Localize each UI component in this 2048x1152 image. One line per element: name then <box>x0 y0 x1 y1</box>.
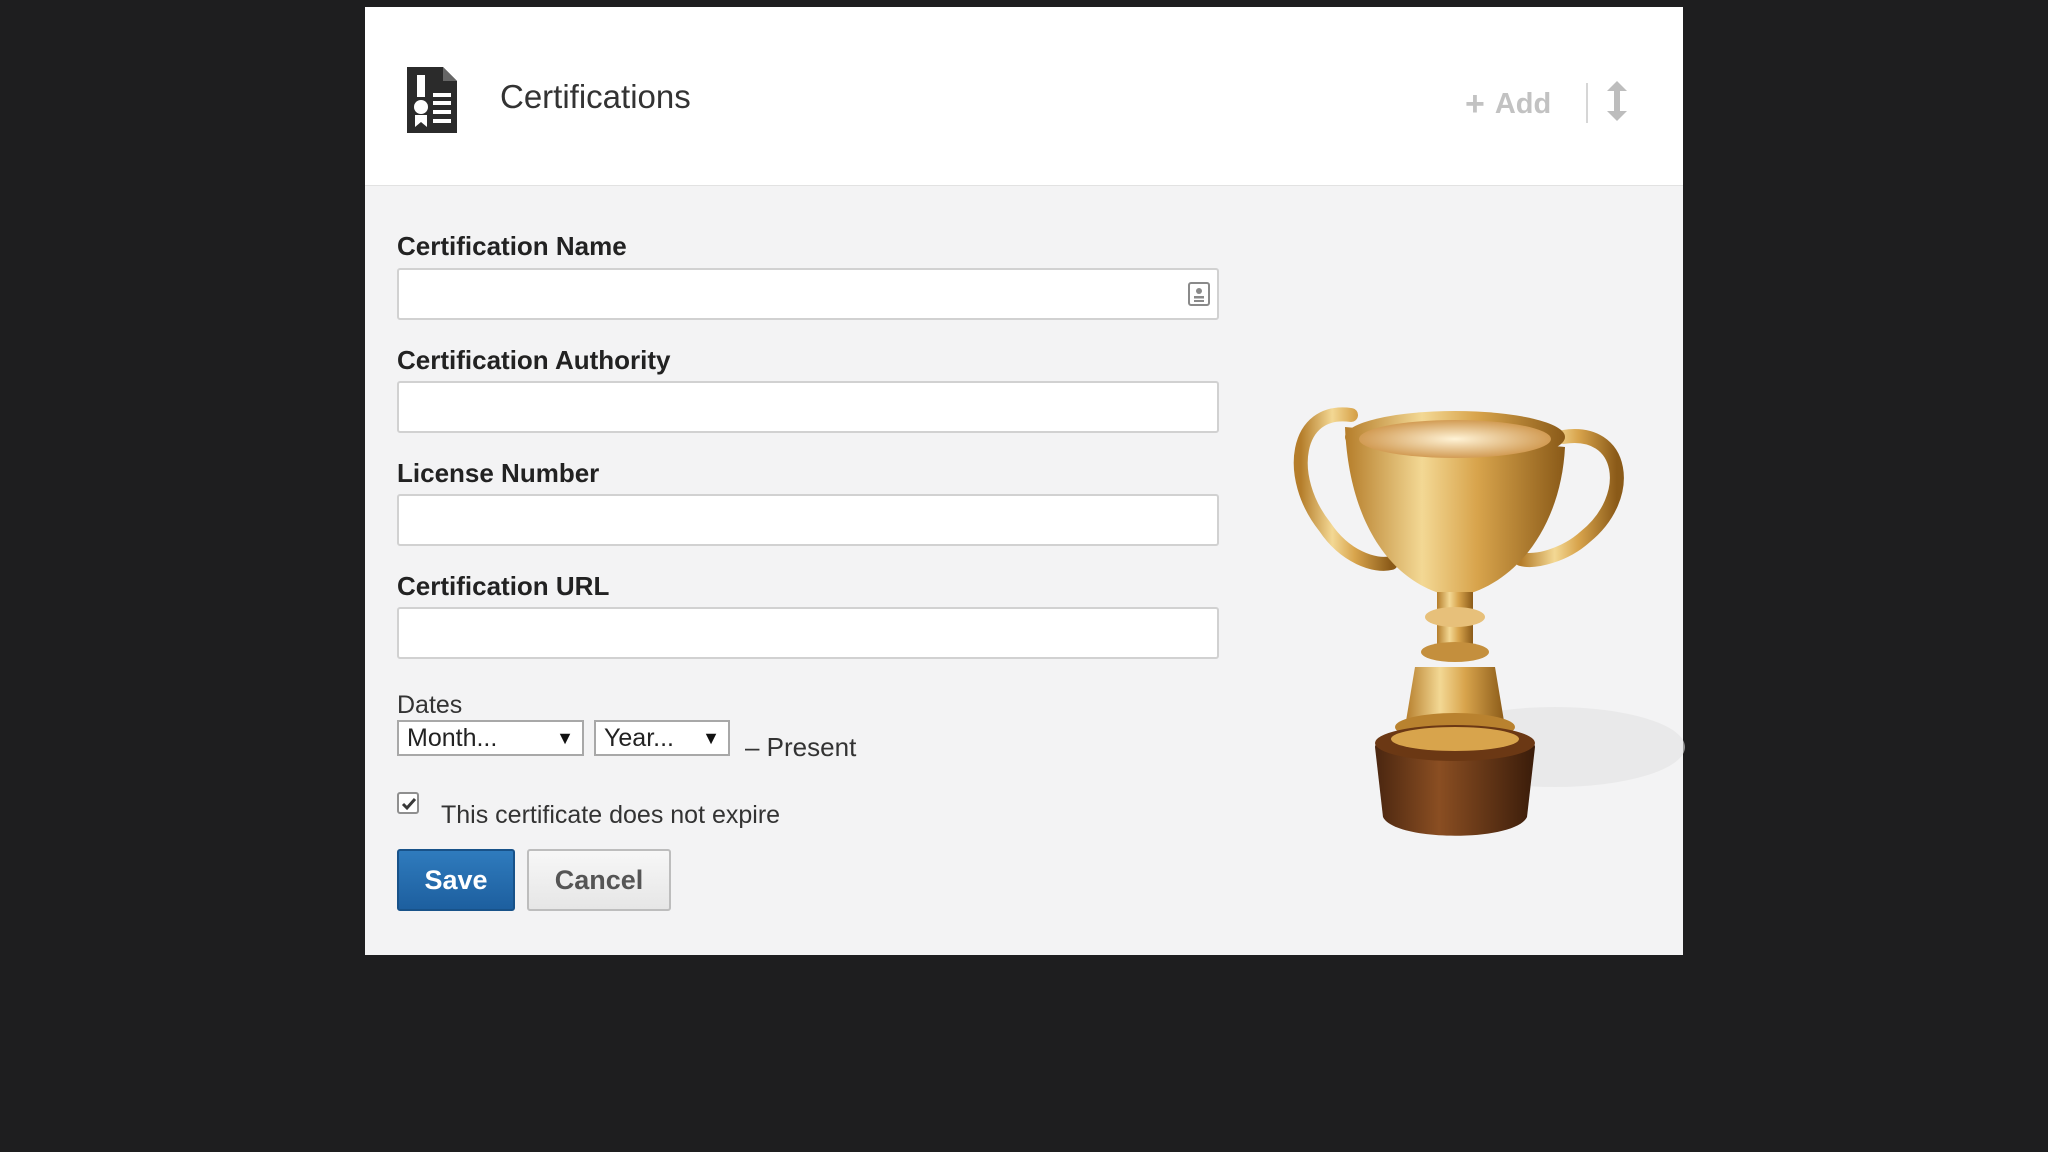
add-button[interactable]: + Add <box>1465 87 1551 121</box>
dates-label: Dates <box>397 691 463 719</box>
panel-header: Certifications + Add <box>365 7 1683 186</box>
license-number-label: License Number <box>397 458 600 488</box>
triangle-down-icon: ▼ <box>702 728 720 748</box>
triangle-down-icon: ▼ <box>556 728 574 748</box>
present-text: – Present <box>745 732 857 762</box>
checkmark-icon <box>401 798 417 811</box>
plus-icon: + <box>1465 85 1485 123</box>
certification-url-input[interactable] <box>397 607 1219 659</box>
trophy-illustration <box>1293 407 1685 836</box>
no-expire-checkbox[interactable] <box>397 792 419 814</box>
month-selected-value: Month... <box>407 724 498 752</box>
save-button[interactable]: Save <box>397 849 515 911</box>
certification-name-label: Certification Name <box>397 231 627 261</box>
year-selected-value: Year... <box>604 724 674 752</box>
year-select[interactable]: Year... ▼ <box>594 720 730 756</box>
month-select[interactable]: Month... ▼ <box>397 720 584 756</box>
header-divider <box>1586 83 1588 123</box>
contact-card-icon[interactable] <box>1187 281 1211 307</box>
certification-authority-input[interactable] <box>397 381 1219 433</box>
cancel-button[interactable]: Cancel <box>527 849 671 911</box>
certification-authority-label: Certification Authority <box>397 345 671 375</box>
certification-name-input[interactable] <box>397 268 1219 320</box>
certificate-document-icon <box>407 67 457 133</box>
vertical-arrows-icon[interactable] <box>1605 79 1629 123</box>
section-title: Certifications <box>500 78 691 115</box>
license-number-input[interactable] <box>397 494 1219 546</box>
add-label: Add <box>1494 87 1552 120</box>
certification-url-label: Certification URL <box>397 571 610 601</box>
no-expire-label: This certificate does not expire <box>441 801 781 829</box>
certifications-panel: Certifications + Add Certification Name … <box>365 7 1685 955</box>
